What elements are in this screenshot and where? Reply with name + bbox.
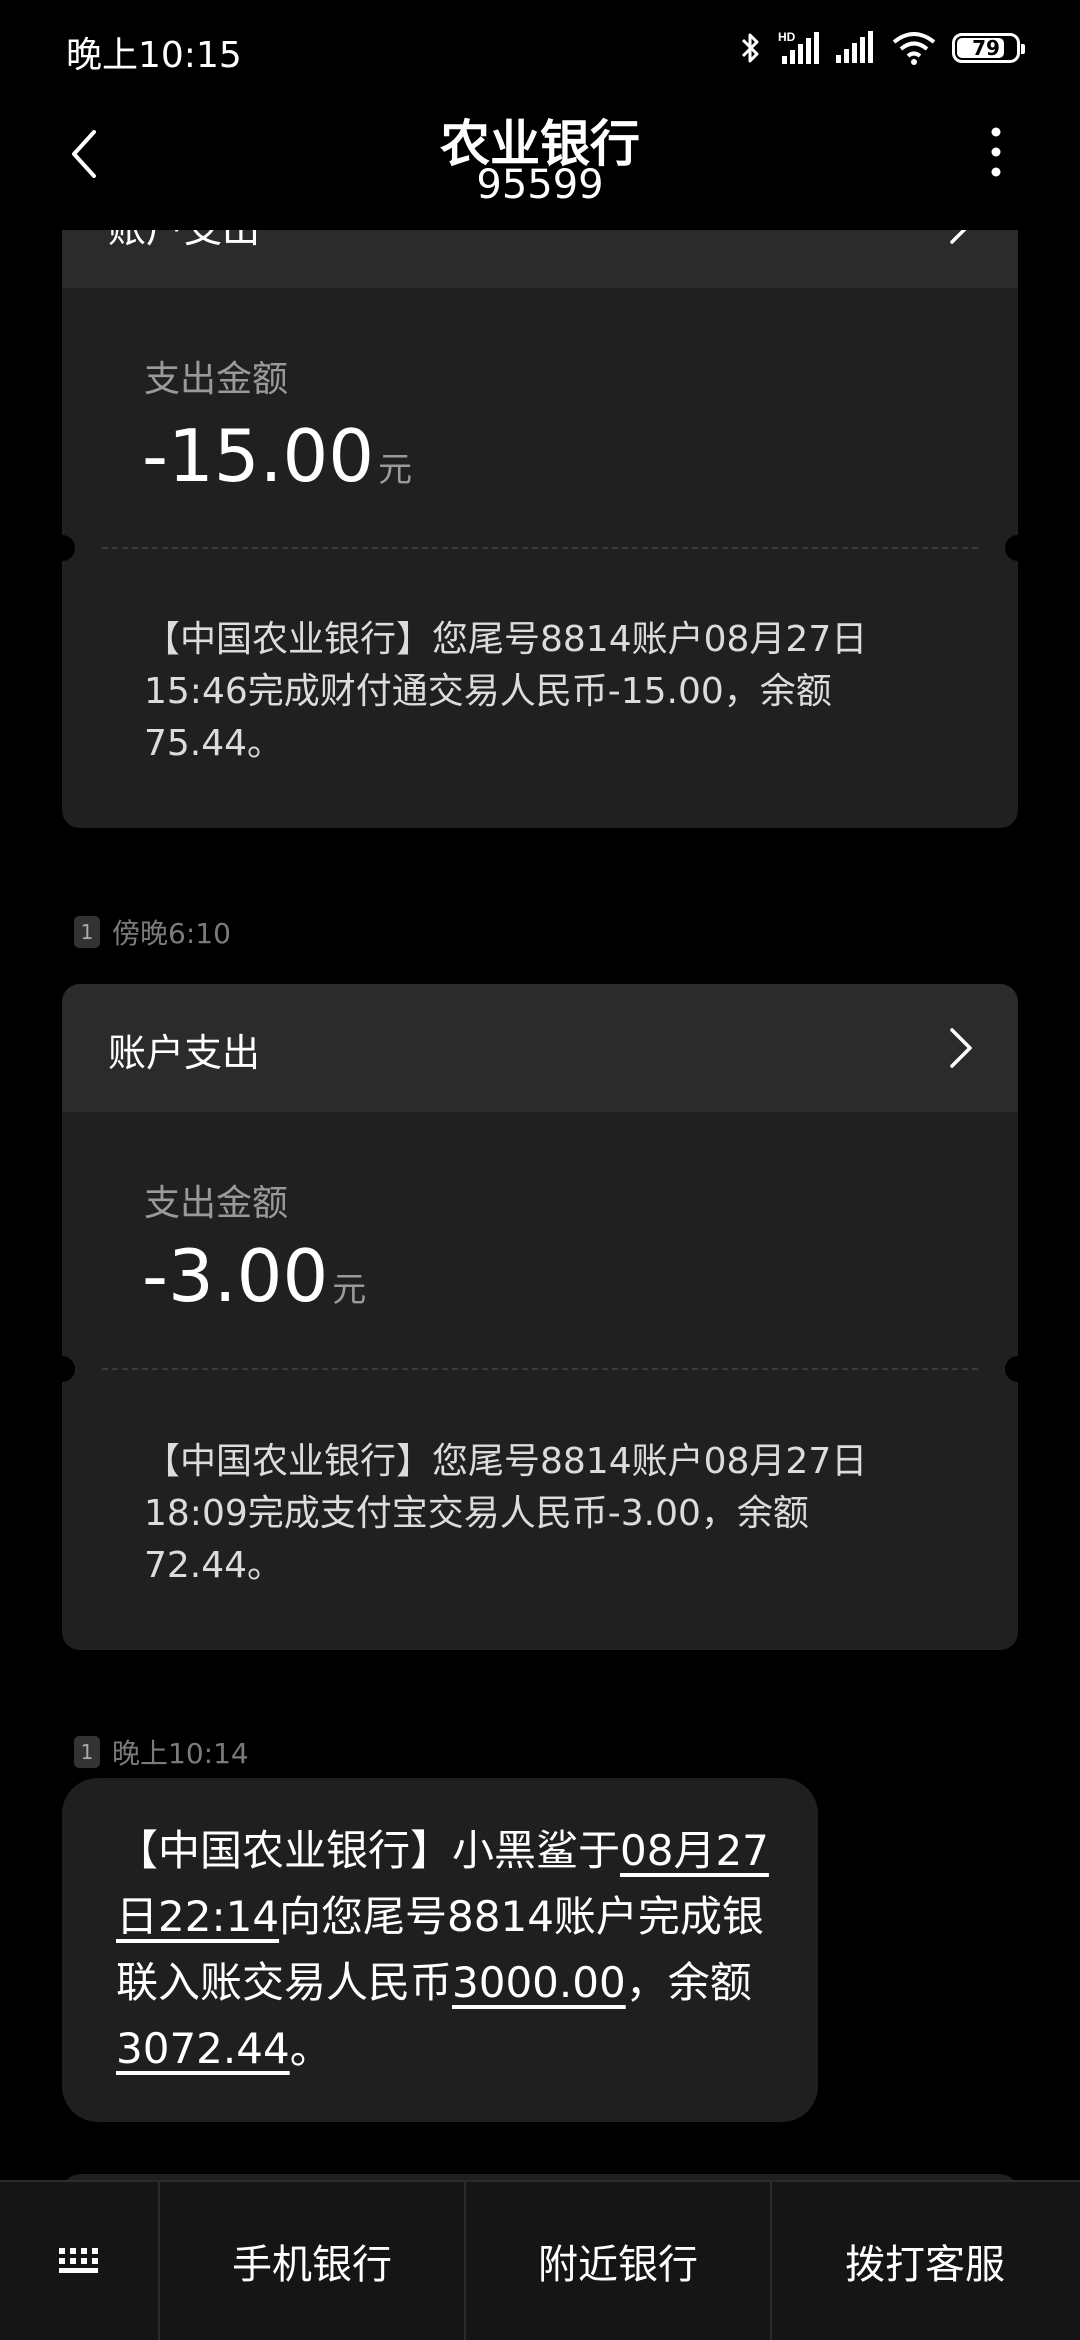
timestamp-text: 晚上10:14: [112, 1737, 249, 1770]
conversation-header: 农业银行 95599: [0, 96, 1080, 230]
amount-label: 支出金额: [144, 359, 289, 400]
status-bar: 晚上10:15 HD 79: [0, 0, 1080, 96]
nearby-bank-button[interactable]: 附近银行: [466, 2182, 772, 2340]
signal-hd-icon: HD: [778, 30, 819, 64]
card-title: 账户支出: [108, 230, 260, 253]
sms-conversation-screen: 晚上10:15 HD 79 农业银行 95599 支出金额 -15.00 元 【…: [0, 0, 1080, 2340]
card-header[interactable]: 账户支出: [62, 984, 1018, 1112]
battery-level: 79: [972, 36, 1000, 60]
message-bubble[interactable]: 【中国农业银行】小黑鲨于08月27日22:14向您尾号8814账户完成银联入账交…: [62, 1778, 818, 2122]
amount-unit: 元: [378, 450, 413, 490]
status-icons: HD 79: [740, 28, 1025, 68]
signal-icon: [836, 31, 873, 63]
card-title: 账户支出: [108, 1031, 261, 1075]
chevron-right-icon: [950, 1028, 972, 1068]
amount-value: -3.00 元: [142, 1234, 367, 1318]
card-header[interactable]: 账户支出: [62, 230, 1018, 288]
bluetooth-icon: [741, 33, 759, 63]
sender-number: 95599: [476, 162, 604, 208]
sim-badge: 1: [74, 1736, 100, 1768]
battery-indicator: 79: [952, 33, 1025, 63]
keyboard-icon: [59, 2248, 98, 2273]
more-options-icon[interactable]: [988, 124, 1004, 180]
bottom-menu-bar: 手机银行 附近银行 拨打客服: [0, 2180, 1080, 2340]
amount-label: 支出金额: [144, 1183, 289, 1224]
amount-link[interactable]: 3000.00: [452, 1958, 626, 2007]
card-divider: [102, 1368, 978, 1370]
message-timestamp: 1 傍晚6:10: [74, 912, 231, 952]
amount-unit: 元: [332, 1270, 367, 1310]
keyboard-toggle-button[interactable]: [0, 2182, 160, 2340]
chevron-right-icon: [950, 230, 967, 244]
message-text: 【中国农业银行】您尾号8814账户08月27日15:46完成财付通交易人民币-1…: [144, 619, 868, 764]
transaction-card[interactable]: 账户支出 支出金额 -15.00元 【中国农业银行】您尾号8814账户08月27…: [62, 230, 1018, 828]
message-text: 【中国农业银行】您尾号8814账户08月27日18:09完成支付宝交易人民币-3…: [144, 1441, 868, 1586]
timestamp-text: 傍晚6:10: [112, 917, 231, 950]
card-divider: [102, 547, 978, 549]
mobile-banking-button[interactable]: 手机银行: [160, 2182, 466, 2340]
message-timestamp: 1 晚上10:14: [74, 1732, 249, 1772]
balance-link[interactable]: 3072.44: [116, 2024, 290, 2073]
sim-badge: 1: [74, 916, 100, 948]
status-time: 晚上10:15: [66, 35, 242, 76]
amount-value: -15.00 元: [142, 414, 413, 498]
transaction-card[interactable]: 账户支出 支出金额 -3.00 元 【中国农业银行】您尾号8814账户08月27日…: [62, 984, 1018, 1650]
call-service-button[interactable]: 拨打客服: [772, 2182, 1078, 2340]
message-list[interactable]: 账户支出 支出金额 -15.00元 【中国农业银行】您尾号8814账户08月27…: [0, 230, 1080, 2180]
wifi-icon: [892, 32, 936, 65]
svg-text:HD: HD: [778, 30, 796, 44]
